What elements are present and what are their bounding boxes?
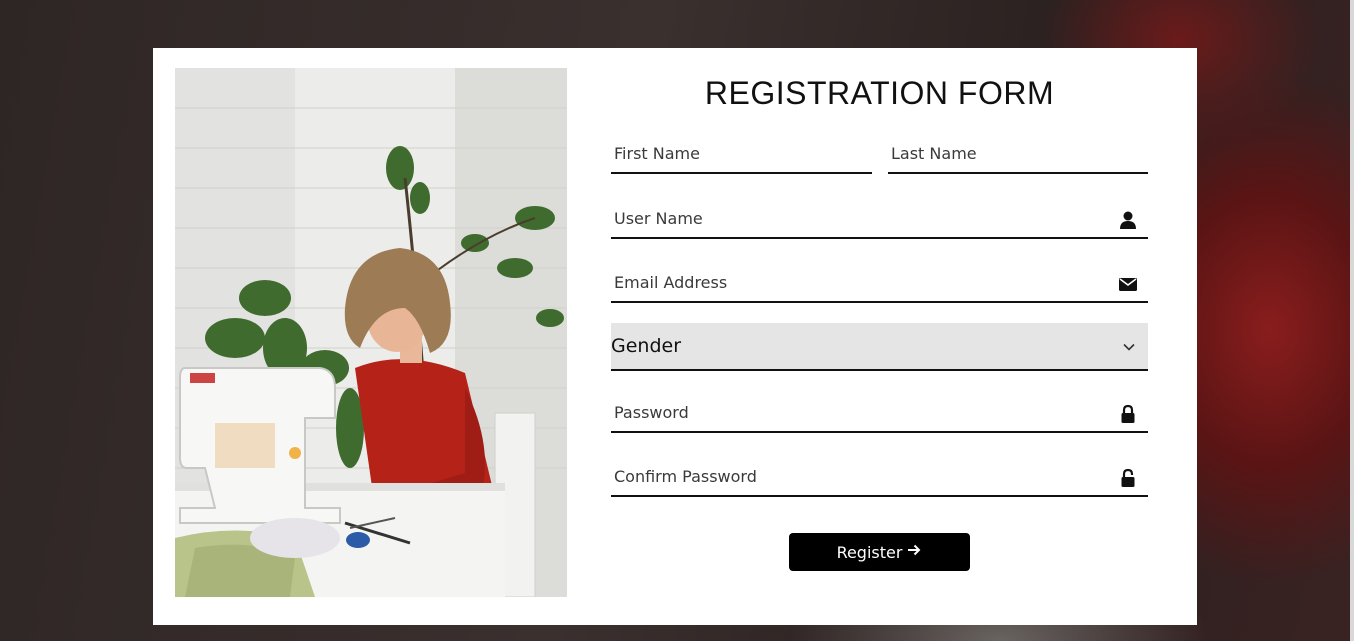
lock-closed-icon [1118, 404, 1138, 424]
gender-selected-value: Gender [611, 335, 682, 357]
chevron-down-icon [1122, 339, 1136, 353]
last-name-field[interactable] [888, 134, 1148, 174]
user-icon [1118, 210, 1138, 230]
registration-card: REGISTRATION FORM First Name Last Name U… [153, 48, 1197, 625]
sewing-illustration [175, 68, 567, 597]
username-field[interactable] [611, 199, 1148, 239]
password-input[interactable] [611, 393, 1148, 431]
first-name-field[interactable] [611, 134, 872, 174]
password-field[interactable] [611, 393, 1148, 433]
lock-open-icon [1118, 468, 1138, 488]
register-button-label: Register [836, 542, 903, 562]
sewing-photo [175, 68, 567, 597]
registration-form: REGISTRATION FORM First Name Last Name U… [611, 48, 1148, 625]
confirm-password-field[interactable] [611, 457, 1148, 497]
first-name-input[interactable] [611, 134, 872, 172]
email-input[interactable] [611, 263, 1148, 301]
page-scrollbar[interactable] [1350, 0, 1354, 641]
form-title: REGISTRATION FORM [704, 75, 1055, 111]
arrow-right-icon [906, 542, 922, 562]
confirm-password-input[interactable] [611, 457, 1148, 495]
gender-select[interactable]: Gender [611, 323, 1148, 371]
envelope-icon [1118, 274, 1138, 294]
username-input[interactable] [611, 199, 1148, 237]
last-name-input[interactable] [888, 134, 1148, 172]
register-button[interactable]: Register [789, 533, 970, 571]
email-field[interactable] [611, 263, 1148, 303]
